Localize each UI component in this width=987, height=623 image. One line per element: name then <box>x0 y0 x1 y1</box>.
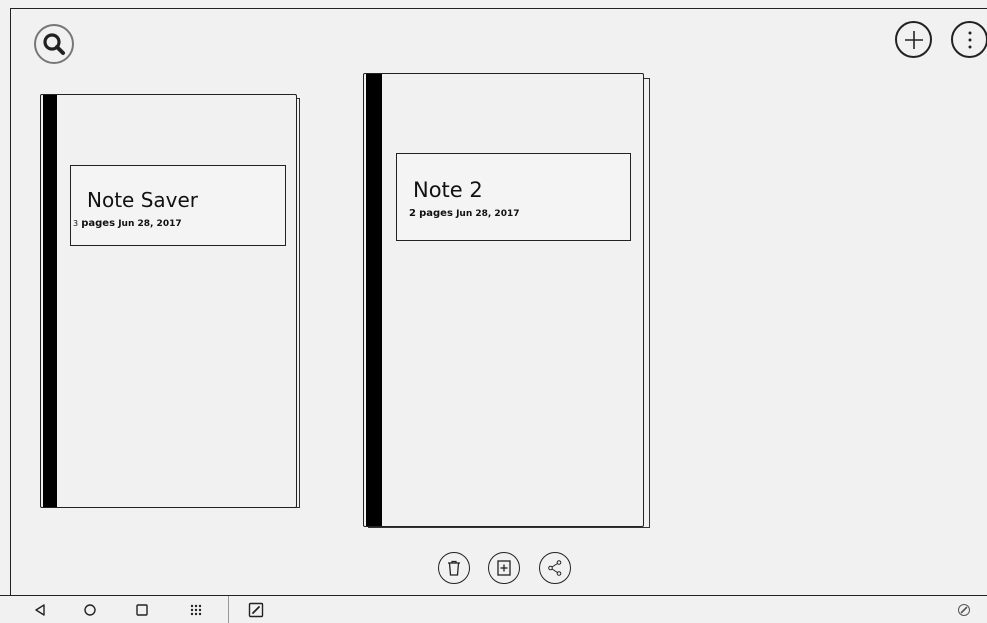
notebook-library-screen: Note Saver 3 pages Jun 28, 2017 Note 2 2… <box>0 0 987 623</box>
delete-button[interactable] <box>438 552 470 584</box>
nav-home-button[interactable] <box>78 596 102 623</box>
notebook-date: Jun 28, 2017 <box>456 209 520 219</box>
search-button[interactable] <box>34 24 74 64</box>
add-notebook-button[interactable] <box>895 21 932 58</box>
pen-note-icon <box>248 602 264 617</box>
notebook-title: Note Saver <box>87 188 199 212</box>
notebook-cover <box>40 94 297 508</box>
more-vertical-icon <box>968 31 971 48</box>
pages-label: pages <box>419 208 453 219</box>
nav-recents-button[interactable] <box>130 596 154 623</box>
share-icon <box>548 560 562 576</box>
notebook-title: Note 2 <box>413 178 483 202</box>
frame-left-border <box>10 8 11 596</box>
nav-back-button[interactable] <box>28 596 52 623</box>
notebook-spine <box>43 95 57 507</box>
pages-label: pages <box>81 218 116 229</box>
system-navigation-bar <box>0 596 987 623</box>
notebook-date: Jun 28, 2017 <box>118 219 182 229</box>
notebook-label: Note Saver 3 pages Jun 28, 2017 <box>70 165 286 246</box>
nav-divider <box>228 596 229 623</box>
apps-grid-icon <box>190 604 202 615</box>
notebook-label: Note 2 2 pages Jun 28, 2017 <box>396 153 631 241</box>
add-page-button[interactable] <box>488 552 520 584</box>
add-page-icon <box>497 560 511 576</box>
trash-icon <box>448 560 460 576</box>
nav-stylus-button[interactable] <box>954 596 974 623</box>
search-icon <box>43 33 65 55</box>
stylus-icon <box>958 603 970 616</box>
page-count: 2 <box>409 208 416 219</box>
notebook-card[interactable]: Note Saver 3 pages Jun 28, 2017 <box>40 94 302 510</box>
plus-icon <box>904 30 923 49</box>
back-triangle-icon <box>35 603 45 616</box>
frame-top-border <box>10 8 987 9</box>
home-circle-icon <box>84 603 96 616</box>
notebook-spine <box>366 74 382 526</box>
nav-apps-button[interactable] <box>184 596 208 623</box>
notebook-meta: 2 pages Jun 28, 2017 <box>409 208 630 219</box>
notebook-meta: 3 pages Jun 28, 2017 <box>73 218 285 229</box>
notebook-card[interactable]: Note 2 2 pages Jun 28, 2017 <box>363 73 650 528</box>
nav-note-button[interactable] <box>244 596 268 623</box>
recents-square-icon <box>136 603 148 616</box>
page-count: 3 <box>73 219 79 228</box>
notebook-cover <box>363 73 644 527</box>
share-button[interactable] <box>539 552 571 584</box>
more-options-button[interactable] <box>951 21 987 58</box>
